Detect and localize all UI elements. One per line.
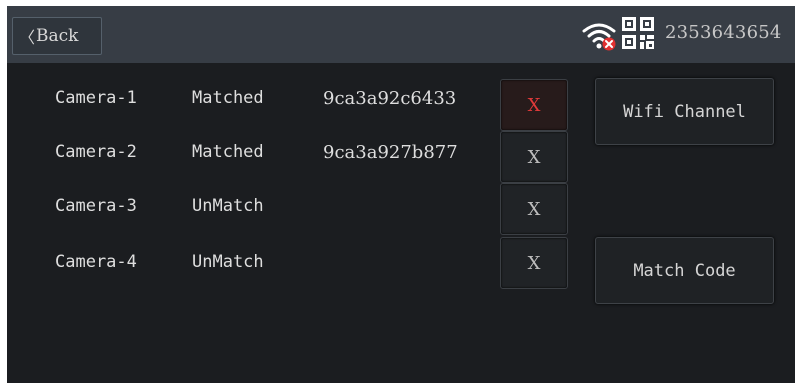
remove-label: X <box>527 146 541 168</box>
match-code-button[interactable]: Match Code <box>595 237 774 304</box>
match-code: 9ca3a92c6433 <box>323 88 457 109</box>
camera-pairing-screen: 〈 Back 2353643654 Camera-1 Matched 9ca3a… <box>7 6 795 383</box>
top-bar: 〈 Back 2353643654 <box>7 6 795 63</box>
remove-camera-3-button[interactable]: X <box>500 183 568 235</box>
camera-row: Camera-2 Matched 9ca3a927b877 <box>7 142 497 182</box>
wifi-disconnected-icon <box>582 23 616 51</box>
match-code: 9ca3a927b877 <box>323 142 458 163</box>
remove-label: X <box>527 252 541 274</box>
camera-row: Camera-1 Matched 9ca3a92c6433 <box>7 88 497 128</box>
chevron-left-icon: 〈 <box>19 28 36 47</box>
remove-camera-1-button[interactable]: X <box>500 79 568 131</box>
camera-name: Camera-2 <box>55 142 137 162</box>
device-id: 2353643654 <box>665 22 782 43</box>
camera-name: Camera-3 <box>55 196 137 216</box>
wifi-channel-label: Wifi Channel <box>623 101 746 122</box>
remove-label: X <box>527 94 541 116</box>
camera-name: Camera-1 <box>55 88 137 108</box>
match-status: UnMatch <box>192 196 264 216</box>
remove-camera-2-button[interactable]: X <box>500 131 568 183</box>
match-status: Matched <box>192 142 264 162</box>
match-status: UnMatch <box>192 252 264 272</box>
back-button[interactable]: 〈 Back <box>12 17 102 55</box>
qr-code-icon[interactable] <box>621 16 655 50</box>
remove-camera-4-button[interactable]: X <box>500 237 568 289</box>
camera-row: Camera-4 UnMatch <box>7 252 497 292</box>
camera-name: Camera-4 <box>55 252 137 272</box>
match-status: Matched <box>192 88 264 108</box>
wifi-channel-button[interactable]: Wifi Channel <box>595 78 774 145</box>
match-code-label: Match Code <box>633 260 736 281</box>
camera-row: Camera-3 UnMatch <box>7 196 497 236</box>
remove-label: X <box>527 198 541 220</box>
back-label: Back <box>36 26 79 46</box>
